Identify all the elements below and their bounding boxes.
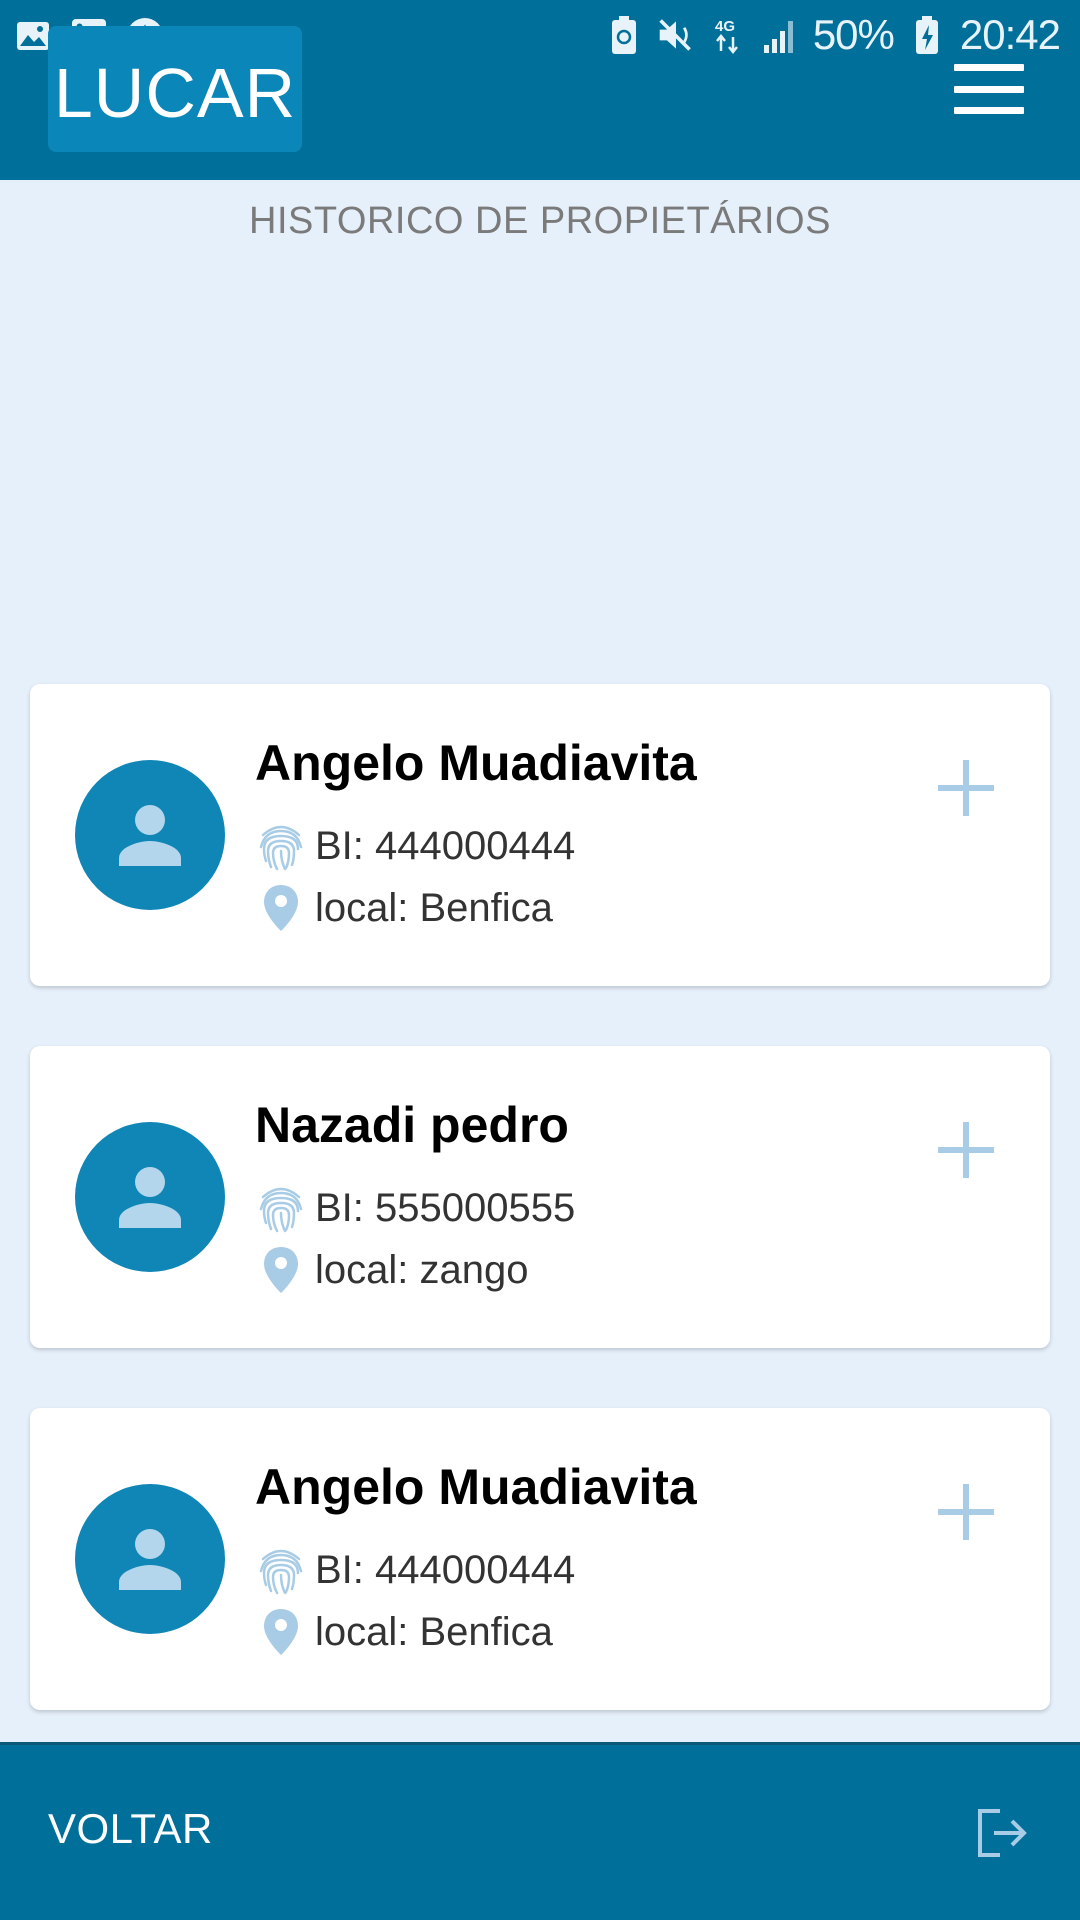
logout-icon[interactable] <box>974 1805 1030 1861</box>
owner-location-row: local: Benfica <box>255 880 553 936</box>
fingerprint-icon <box>255 1182 307 1234</box>
owner-list: Angelo Muadiavita BI: 444000444 local: B… <box>30 684 1050 1770</box>
person-icon <box>119 1167 181 1228</box>
status-time: 20:42 <box>959 11 1061 58</box>
battery-saver-icon <box>605 16 643 54</box>
add-icon[interactable] <box>938 760 994 816</box>
person-icon <box>119 805 181 866</box>
owner-name: Nazadi pedro <box>255 1097 569 1153</box>
signal-strength-icon <box>761 16 799 54</box>
location-pin-icon <box>255 882 307 934</box>
owner-bi: BI: 444000444 <box>315 1547 576 1592</box>
owner-name: Angelo Muadiavita <box>255 1459 697 1515</box>
app-logo[interactable]: LUCAR <box>48 26 302 152</box>
avatar <box>75 1484 225 1634</box>
location-pin-icon <box>255 1606 307 1658</box>
bottom-bar: VOLTAR <box>0 1742 1080 1920</box>
owner-bi-row: BI: 444000444 <box>255 818 575 874</box>
add-icon[interactable] <box>938 1484 994 1540</box>
hamburger-menu-icon[interactable] <box>954 64 1024 114</box>
avatar <box>75 1122 225 1272</box>
owner-name: Angelo Muadiavita <box>255 735 697 791</box>
battery-charging-icon <box>908 16 946 54</box>
person-icon <box>119 1529 181 1590</box>
page-title: HISTORICO DE PROPIETÁRIOS <box>249 200 831 242</box>
owner-location: local: Benfica <box>315 1609 553 1654</box>
menu-line <box>954 64 1024 71</box>
owner-location: local: Benfica <box>315 885 553 930</box>
gallery-notification-icon <box>14 17 52 55</box>
app-bar: ··· 4G 50% 20:42 LUCAR <box>0 0 1080 180</box>
logo-text: LUCAR <box>53 54 297 132</box>
owner-location: local: zango <box>315 1247 529 1292</box>
network-4g-icon: 4G <box>709 16 747 55</box>
fingerprint-icon <box>255 1544 307 1596</box>
status-bar-system: 4G 50% 20:42 <box>605 10 1061 60</box>
svg-text:4G: 4G <box>715 18 735 35</box>
location-pin-icon <box>255 1244 307 1296</box>
owner-card[interactable]: Angelo Muadiavita BI: 444000444 local: B… <box>30 684 1050 986</box>
owner-bi-row: BI: 444000444 <box>255 1542 575 1598</box>
back-button[interactable]: VOLTAR <box>48 1805 213 1853</box>
menu-line <box>954 85 1024 93</box>
mute-icon <box>657 16 695 54</box>
owner-bi-row: BI: 555000555 <box>255 1180 575 1236</box>
owner-bi: BI: 555000555 <box>315 1185 576 1230</box>
owner-location-row: local: Benfica <box>255 1604 553 1660</box>
owner-bi: BI: 444000444 <box>315 823 576 868</box>
menu-line <box>954 107 1024 114</box>
owner-card[interactable]: Nazadi pedro BI: 555000555 local: zango <box>30 1046 1050 1348</box>
battery-percentage: 50% <box>812 11 895 58</box>
add-icon[interactable] <box>938 1122 994 1178</box>
fingerprint-icon <box>255 820 307 872</box>
owner-card[interactable]: Angelo Muadiavita BI: 444000444 local: B… <box>30 1408 1050 1710</box>
owner-location-row: local: zango <box>255 1242 528 1298</box>
avatar <box>75 760 225 910</box>
